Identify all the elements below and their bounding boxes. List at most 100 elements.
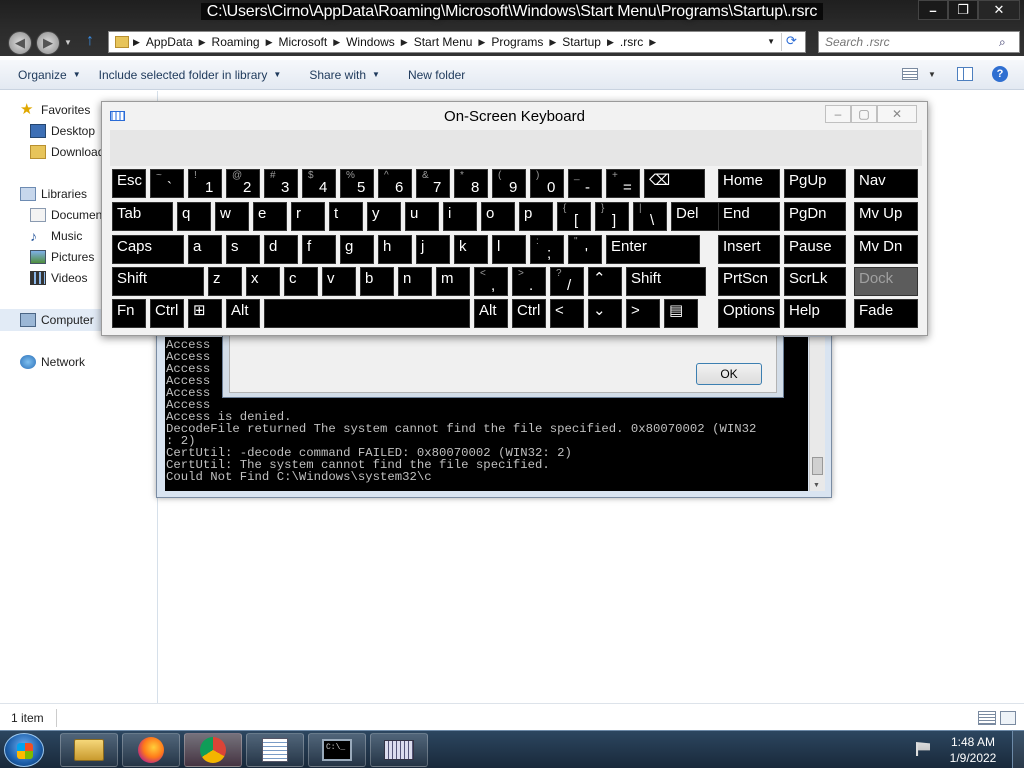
nav-music[interactable]: ♪ Music: [30, 229, 82, 243]
taskbar-explorer[interactable]: [60, 733, 118, 767]
osk-close-button[interactable]: ✕: [877, 105, 917, 123]
key-home[interactable]: Home: [718, 169, 780, 198]
key-ctrl-left[interactable]: Ctrl: [150, 299, 184, 328]
nav-network[interactable]: Network: [20, 355, 85, 369]
key-nav[interactable]: Nav: [854, 169, 918, 198]
key-comma[interactable]: <,: [474, 267, 508, 296]
key-m[interactable]: m: [436, 267, 470, 296]
address-dropdown-icon[interactable]: ▼: [767, 37, 775, 46]
key-mvup[interactable]: Mv Up: [854, 202, 918, 231]
nav-desktop[interactable]: Desktop: [30, 124, 95, 138]
breadcrumb-separator-icon[interactable]: ▶: [607, 37, 614, 48]
key-v[interactable]: v: [322, 267, 356, 296]
help-icon[interactable]: ?: [992, 66, 1008, 82]
key-2[interactable]: @2: [226, 169, 260, 198]
search-icon[interactable]: ⌕: [999, 35, 1019, 50]
key-prtscn[interactable]: PrtScn: [718, 267, 780, 296]
nav-documents[interactable]: Documents: [30, 208, 112, 222]
key-semicolon[interactable]: :;: [530, 235, 564, 264]
details-view-icon[interactable]: [978, 711, 996, 725]
key-5[interactable]: % 5: [340, 169, 374, 198]
action-center-flag-icon[interactable]: [916, 742, 930, 756]
key-left[interactable]: <: [550, 299, 584, 328]
breadcrumb-separator-icon[interactable]: ▶: [333, 37, 340, 48]
breadcrumb-separator-icon[interactable]: ▶: [549, 37, 556, 48]
key-l[interactable]: l: [492, 235, 526, 264]
key-up[interactable]: ⌃: [588, 267, 622, 296]
key-insert[interactable]: Insert: [718, 235, 780, 264]
breadcrumb-separator-icon[interactable]: ▶: [478, 37, 485, 48]
forward-button[interactable]: ▶: [36, 31, 60, 55]
key-period[interactable]: >.: [512, 267, 546, 296]
key-g[interactable]: g: [340, 235, 374, 264]
key-d[interactable]: d: [264, 235, 298, 264]
breadcrumb-separator-icon[interactable]: ▶: [401, 37, 408, 48]
system-clock[interactable]: 1:48 AM 1/9/2022: [936, 734, 1010, 766]
key-p[interactable]: p: [519, 202, 553, 231]
view-dropdown-icon[interactable]: ▼: [928, 70, 936, 79]
key-t[interactable]: t: [329, 202, 363, 231]
key-q[interactable]: q: [177, 202, 211, 231]
breadcrumb-item[interactable]: Roaming ▶: [212, 35, 279, 49]
key-menu[interactable]: ▤: [664, 299, 698, 328]
key-down[interactable]: ⌄: [588, 299, 622, 328]
include-in-library-button[interactable]: Include selected folder in library ▼: [90, 68, 291, 82]
breadcrumb-item[interactable]: Startup ▶: [562, 35, 620, 49]
key-lbracket[interactable]: {[: [557, 202, 591, 231]
scrollbar-thumb[interactable]: [812, 457, 823, 475]
key-enter[interactable]: Enter: [606, 235, 700, 264]
key-space[interactable]: [264, 299, 470, 328]
breadcrumb-separator-icon[interactable]: ▶: [649, 37, 656, 48]
key-6[interactable]: ^ 6: [378, 169, 412, 198]
key-rbracket[interactable]: }]: [595, 202, 629, 231]
scroll-down-icon[interactable]: ▼: [813, 482, 820, 489]
key-u[interactable]: u: [405, 202, 439, 231]
address-box[interactable]: ▶ AppData ▶ Roaming ▶ Microsoft ▶ Windows ▶ Star…: [108, 31, 806, 53]
recent-pages-icon[interactable]: ▼: [64, 38, 72, 47]
key-slash[interactable]: ? /: [550, 267, 584, 296]
key-w[interactable]: w: [215, 202, 249, 231]
preview-pane-icon[interactable]: [957, 67, 973, 81]
key-r[interactable]: r: [291, 202, 325, 231]
key-pause[interactable]: Pause: [784, 235, 846, 264]
key-esc[interactable]: Esc: [112, 169, 146, 198]
key-b[interactable]: b: [360, 267, 394, 296]
nav-videos[interactable]: Videos: [30, 271, 87, 285]
breadcrumb-item[interactable]: Windows ▶: [346, 35, 414, 49]
nav-pictures[interactable]: Pictures: [30, 250, 94, 264]
close-button[interactable]: ✕: [978, 0, 1020, 20]
taskbar-cmd[interactable]: C:\_: [308, 733, 366, 767]
key-fn[interactable]: Fn: [112, 299, 146, 328]
key-ctrl-right[interactable]: Ctrl: [512, 299, 546, 328]
breadcrumb-item[interactable]: .rsrc ▶: [620, 35, 662, 49]
key-end[interactable]: End: [718, 202, 780, 231]
taskbar-notepad[interactable]: [246, 733, 304, 767]
key-o[interactable]: o: [481, 202, 515, 231]
key-fade[interactable]: Fade: [854, 299, 918, 328]
key-s[interactable]: s: [226, 235, 260, 264]
key-i[interactable]: i: [443, 202, 477, 231]
start-button[interactable]: [4, 733, 44, 767]
key-y[interactable]: y: [367, 202, 401, 231]
on-screen-keyboard-window[interactable]: On-Screen Keyboard – ▢ ✕ Esc ~ `! 1 @2 #3 $4% 5…: [101, 101, 928, 336]
explorer-titlebar[interactable]: C:\Users\Cirno\AppData\Roaming\Microsoft…: [0, 0, 1024, 28]
nav-favorites[interactable]: ★ Favorites: [20, 102, 90, 117]
ok-button[interactable]: OK: [696, 363, 762, 385]
key-4[interactable]: $4: [302, 169, 336, 198]
key-shift-right[interactable]: Shift: [626, 267, 706, 296]
key-alt-right[interactable]: Alt: [474, 299, 508, 328]
key-h[interactable]: h: [378, 235, 412, 264]
key-backspace[interactable]: ⌫: [644, 169, 705, 198]
osk-maximize-button[interactable]: ▢: [851, 105, 877, 123]
breadcrumb-item[interactable]: AppData ▶: [146, 35, 212, 49]
key-caps[interactable]: Caps: [112, 235, 184, 264]
osk-minimize-button[interactable]: –: [825, 105, 851, 123]
key-x[interactable]: x: [246, 267, 280, 296]
search-input[interactable]: [819, 35, 999, 49]
thumbnail-view-icon[interactable]: [1000, 711, 1016, 725]
back-button[interactable]: ◀: [8, 31, 32, 55]
breadcrumb-separator-icon[interactable]: ▶: [266, 37, 273, 48]
key-mvdn[interactable]: Mv Dn: [854, 235, 918, 264]
minimize-button[interactable]: –: [918, 0, 948, 20]
key-9[interactable]: (9: [492, 169, 526, 198]
